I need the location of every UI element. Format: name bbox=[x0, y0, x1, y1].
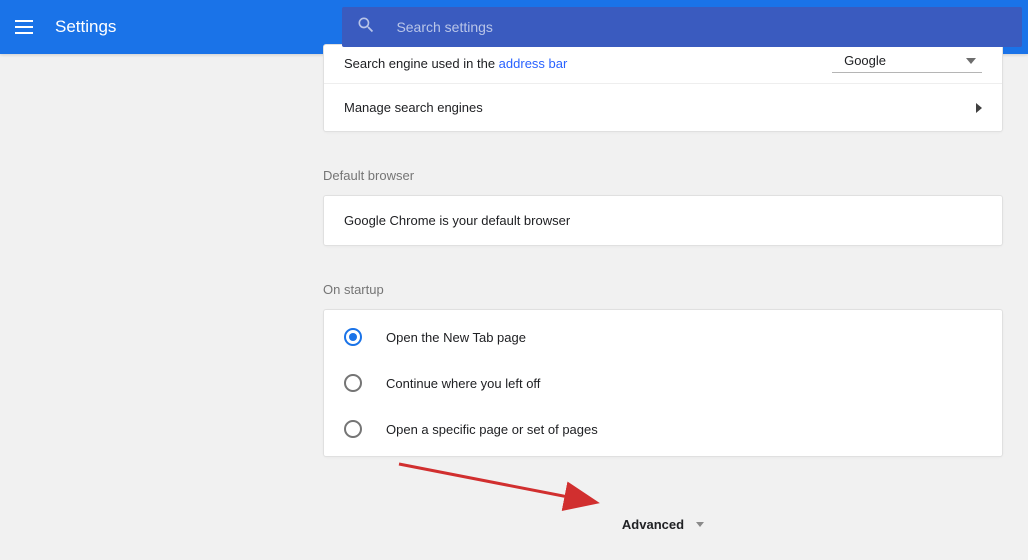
default-browser-card: Google Chrome is your default browser bbox=[323, 195, 1003, 246]
page-title: Settings bbox=[55, 17, 116, 37]
startup-option-label: Continue where you left off bbox=[386, 376, 540, 391]
startup-option-continue[interactable]: Continue where you left off bbox=[324, 360, 1002, 406]
advanced-label: Advanced bbox=[622, 517, 684, 532]
startup-card: Open the New Tab page Continue where you… bbox=[323, 309, 1003, 457]
search-icon bbox=[356, 15, 376, 40]
app-header: Settings bbox=[0, 0, 1028, 54]
default-browser-section-title: Default browser bbox=[323, 168, 1003, 183]
search-engine-value: Google bbox=[844, 53, 886, 68]
startup-option-new-tab[interactable]: Open the New Tab page bbox=[324, 314, 1002, 360]
search-engine-card: Search engine used in the address bar Go… bbox=[323, 44, 1003, 132]
default-browser-status: Google Chrome is your default browser bbox=[344, 213, 570, 228]
hamburger-menu-icon[interactable] bbox=[12, 15, 36, 39]
search-engine-row: Search engine used in the address bar Go… bbox=[324, 45, 1002, 84]
chevron-down-icon bbox=[966, 58, 976, 64]
chevron-right-icon bbox=[976, 103, 982, 113]
search-engine-label-prefix: Search engine used in the bbox=[344, 56, 499, 71]
startup-option-label: Open the New Tab page bbox=[386, 330, 526, 345]
startup-option-label: Open a specific page or set of pages bbox=[386, 422, 598, 437]
advanced-toggle[interactable]: Advanced bbox=[323, 517, 1003, 532]
search-container bbox=[342, 7, 1022, 47]
startup-option-specific-pages[interactable]: Open a specific page or set of pages bbox=[324, 406, 1002, 452]
manage-search-engines-row[interactable]: Manage search engines bbox=[324, 84, 1002, 131]
search-engine-select[interactable]: Google bbox=[832, 53, 982, 73]
address-bar-link[interactable]: address bar bbox=[499, 56, 568, 71]
search-input[interactable] bbox=[396, 19, 995, 35]
settings-content: Search engine used in the address bar Go… bbox=[323, 44, 1003, 532]
manage-search-engines-label: Manage search engines bbox=[344, 100, 483, 115]
radio-icon bbox=[344, 420, 362, 438]
radio-icon bbox=[344, 374, 362, 392]
startup-section-title: On startup bbox=[323, 282, 1003, 297]
radio-icon bbox=[344, 328, 362, 346]
chevron-down-icon bbox=[696, 522, 704, 527]
